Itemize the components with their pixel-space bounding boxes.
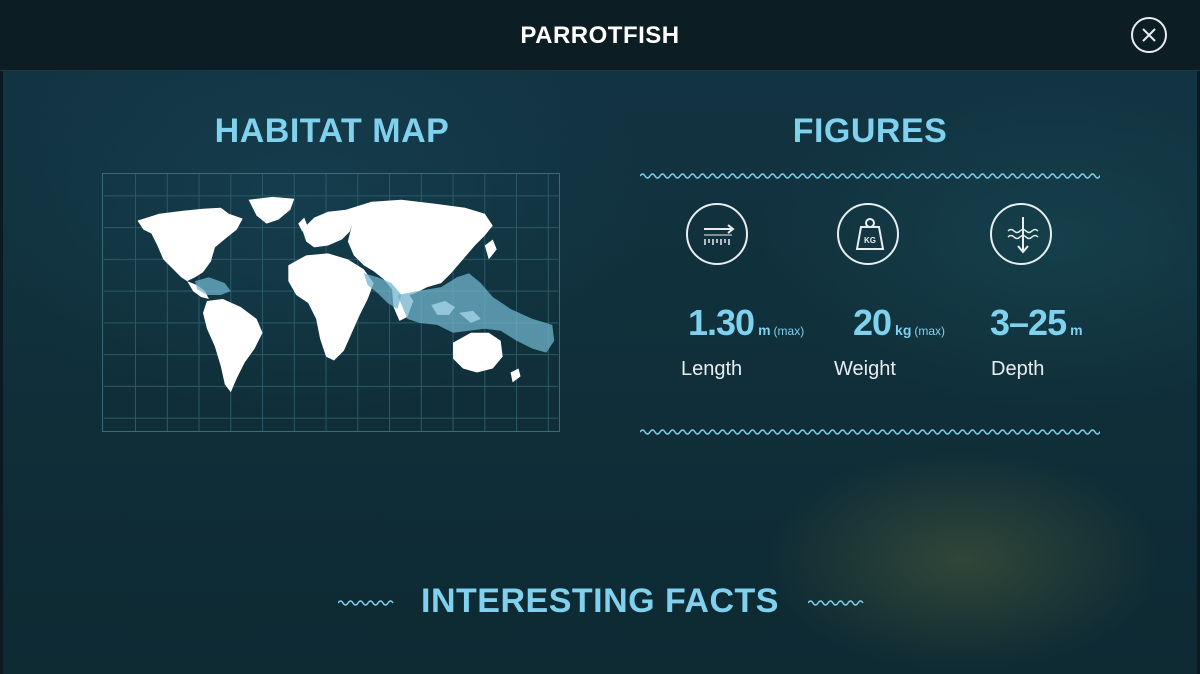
- habitat-map: [102, 173, 560, 432]
- figures-top-divider: [640, 173, 1100, 179]
- page-title: PARROTFISH: [520, 22, 680, 49]
- habitat-map-title: HABITAT MAP: [214, 112, 450, 150]
- length-ruler-icon: [686, 203, 748, 265]
- length-label: Length: [681, 358, 743, 380]
- depth-value: 3–25 m: [990, 302, 1083, 343]
- depth-waves-icon: [990, 203, 1052, 265]
- facts-right-wave: [808, 600, 864, 606]
- close-icon: [1142, 28, 1156, 42]
- figures-title: FIGURES: [792, 112, 948, 150]
- weight-label: Weight: [834, 358, 896, 380]
- length-value: 1.30 m (max): [688, 302, 805, 343]
- depth-label: Depth: [991, 358, 1045, 380]
- weight-kg-icon: KG: [837, 203, 899, 265]
- top-bar: PARROTFISH: [0, 0, 1200, 71]
- close-button[interactable]: [1131, 17, 1167, 53]
- svg-text:KG: KG: [864, 236, 876, 245]
- figures-bottom-divider: [640, 429, 1100, 435]
- weight-value: 20 kg (max): [853, 302, 946, 343]
- interesting-facts-title[interactable]: INTERESTING FACTS: [0, 582, 1200, 621]
